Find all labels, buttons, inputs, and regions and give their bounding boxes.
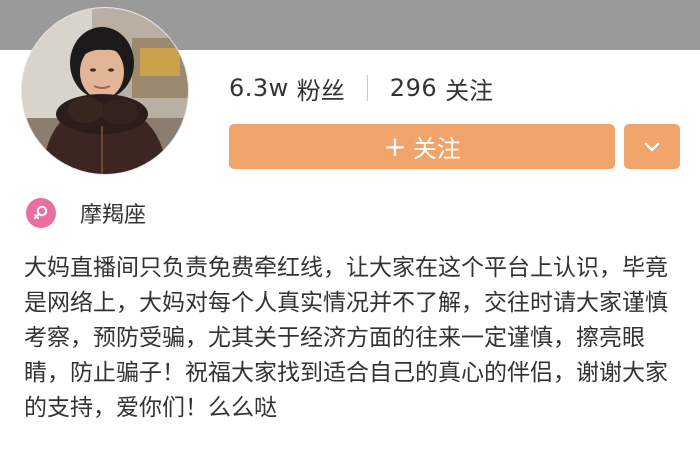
- zodiac-sign: 摩羯座: [80, 203, 147, 228]
- female-icon: [26, 198, 56, 228]
- fans-label[interactable]: 粉丝: [297, 71, 345, 106]
- following-count[interactable]: 296: [390, 74, 437, 102]
- profile-stats: 6.3w 粉丝 296 关注: [229, 70, 493, 106]
- avatar[interactable]: [22, 8, 188, 174]
- profile-page: 6.3w 粉丝 296 关注 + 关注 摩羯座 大妈直播间只负责免费牵红线，让大…: [0, 0, 700, 465]
- following-label[interactable]: 关注: [445, 71, 493, 106]
- plus-icon: +: [383, 129, 407, 163]
- zodiac-row: 摩羯座: [26, 196, 146, 230]
- follow-button-label: 关注: [412, 135, 461, 163]
- chevron-down-icon: [644, 142, 660, 151]
- more-options-button[interactable]: [624, 124, 680, 169]
- follow-button[interactable]: + 关注: [229, 124, 615, 169]
- profile-bio: 大妈直播间只负责免费牵红线，让大家在这个平台上认识，毕竟是网络上，大妈对每个人真…: [24, 255, 668, 421]
- fans-count[interactable]: 6.3w: [229, 74, 289, 102]
- avatar-photo: [22, 8, 188, 174]
- stats-divider: [366, 75, 368, 101]
